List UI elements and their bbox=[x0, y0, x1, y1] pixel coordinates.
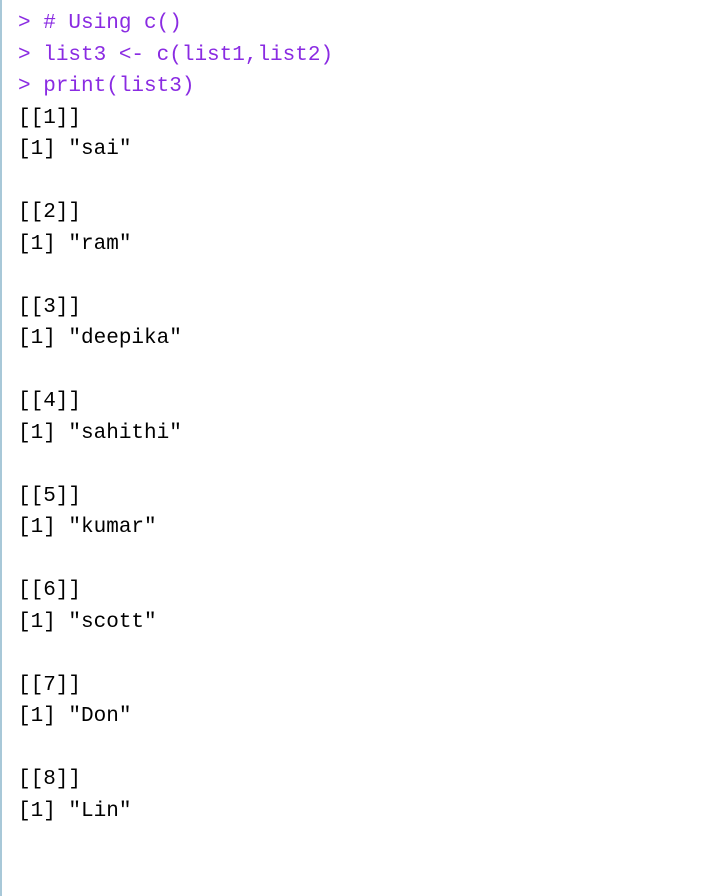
input-line-3: > print(list3) bbox=[18, 71, 686, 103]
output-value: [1] "Don" bbox=[18, 701, 686, 733]
prompt: > bbox=[18, 75, 43, 98]
output-index: [[6]] bbox=[18, 575, 686, 607]
output-index: [[3]] bbox=[18, 292, 686, 324]
output-index: [[1]] bbox=[18, 103, 686, 135]
prompt: > bbox=[18, 44, 43, 67]
output-index: [[8]] bbox=[18, 764, 686, 796]
spacer bbox=[18, 449, 686, 481]
output-index: [[2]] bbox=[18, 197, 686, 229]
input-line-1: > # Using c() bbox=[18, 8, 686, 40]
output-index: [[4]] bbox=[18, 386, 686, 418]
spacer bbox=[18, 166, 686, 198]
output-index: [[5]] bbox=[18, 481, 686, 513]
output-value: [1] "sai" bbox=[18, 134, 686, 166]
code-text: # Using c() bbox=[43, 12, 182, 35]
code-text: list3 <- c(list1,list2) bbox=[43, 44, 333, 67]
output-value: [1] "deepika" bbox=[18, 323, 686, 355]
spacer bbox=[18, 355, 686, 387]
output-index: [[7]] bbox=[18, 670, 686, 702]
spacer bbox=[18, 544, 686, 576]
output-value: [1] "sahithi" bbox=[18, 418, 686, 450]
output-value: [1] "ram" bbox=[18, 229, 686, 261]
prompt: > bbox=[18, 12, 43, 35]
spacer bbox=[18, 733, 686, 765]
spacer bbox=[18, 260, 686, 292]
code-text: print(list3) bbox=[43, 75, 194, 98]
spacer bbox=[18, 638, 686, 670]
output-value: [1] "kumar" bbox=[18, 512, 686, 544]
code-console: > # Using c() > list3 <- c(list1,list2) … bbox=[18, 8, 686, 827]
output-value: [1] "Lin" bbox=[18, 796, 686, 828]
input-line-2: > list3 <- c(list1,list2) bbox=[18, 40, 686, 72]
output-value: [1] "scott" bbox=[18, 607, 686, 639]
